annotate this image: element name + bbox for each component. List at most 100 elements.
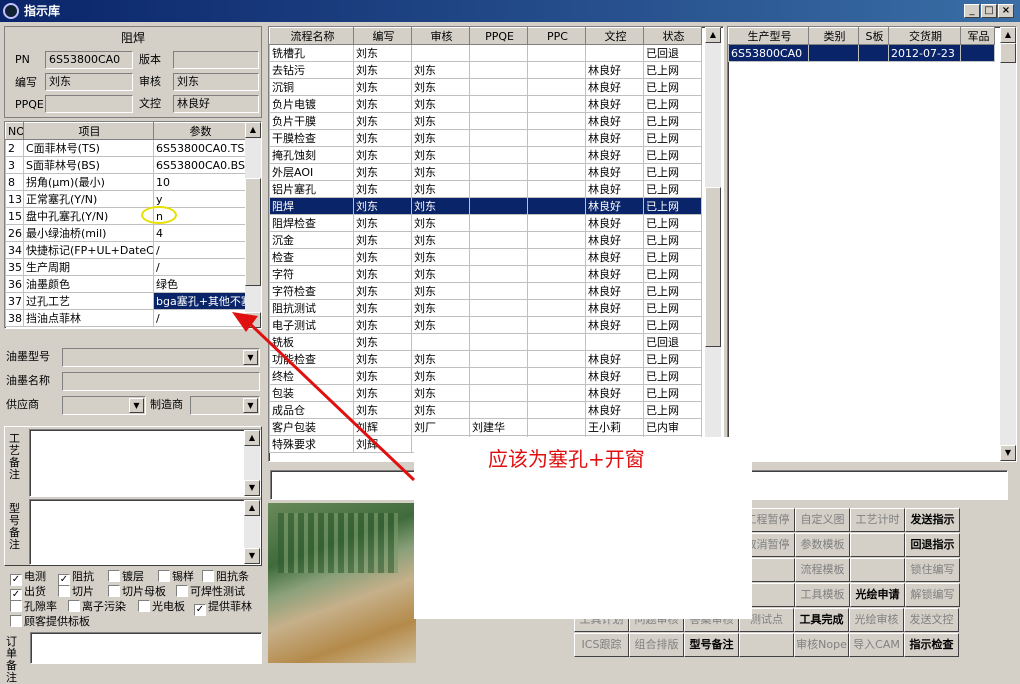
action-button[interactable]: 发送指示 bbox=[905, 508, 960, 532]
flow-cell[interactable]: 沉金 bbox=[269, 231, 354, 249]
action-button[interactable]: 工具模板 bbox=[795, 583, 850, 607]
param-item[interactable]: 正常塞孔(Y/N) bbox=[23, 190, 154, 208]
flow-row[interactable]: 字符 刘东 刘东 林良好 已上网 bbox=[269, 265, 702, 283]
flow-cell[interactable]: 已上网 bbox=[643, 367, 702, 385]
flow-cell[interactable] bbox=[585, 44, 644, 62]
param-row[interactable]: 15 盘中孔塞孔(Y/N) n bbox=[5, 207, 246, 225]
order-col-header[interactable]: S板 bbox=[858, 27, 889, 45]
flow-row[interactable]: 去钻污 刘东 刘东 林良好 已上网 bbox=[269, 61, 702, 79]
supplier-select[interactable]: ▼ bbox=[62, 396, 146, 415]
flow-cell[interactable]: 刘东 bbox=[353, 333, 412, 351]
flow-cell[interactable]: 林良好 bbox=[585, 350, 644, 368]
maximize-button[interactable]: □ bbox=[981, 4, 997, 18]
flow-cell[interactable]: 检查 bbox=[269, 248, 354, 266]
order-col-header[interactable]: 军品 bbox=[960, 27, 995, 45]
flow-cell[interactable]: 阻焊 bbox=[269, 197, 354, 215]
param-row[interactable]: 2 C面菲林号(TS) 6S53800CA0.TS bbox=[5, 139, 246, 157]
flow-cell[interactable]: 成品仓 bbox=[269, 401, 354, 419]
flow-row[interactable]: 负片干膜 刘东 刘东 林良好 已上网 bbox=[269, 112, 702, 130]
order-col-header[interactable]: 交货期 bbox=[888, 27, 961, 45]
scroll-thumb[interactable] bbox=[705, 187, 721, 347]
checkbox-box[interactable] bbox=[158, 570, 170, 582]
checkbox-box[interactable] bbox=[108, 570, 120, 582]
param-row[interactable]: 34 快捷标记(FP+UL+DateCo / bbox=[5, 241, 246, 259]
flow-cell[interactable] bbox=[527, 163, 586, 181]
flow-cell[interactable]: 刘东 bbox=[411, 367, 470, 385]
flow-cell[interactable]: 刘建华 bbox=[469, 418, 528, 436]
flow-cell[interactable] bbox=[527, 78, 586, 96]
flow-cell[interactable] bbox=[411, 333, 470, 351]
flow-cell[interactable] bbox=[527, 265, 586, 283]
flow-row[interactable]: 掩孔蚀刻 刘东 刘东 林良好 已上网 bbox=[269, 146, 702, 164]
action-button[interactable]: 解锁编写 bbox=[905, 583, 960, 607]
flow-cell[interactable]: 刘东 bbox=[353, 112, 412, 130]
flow-cell[interactable]: 林良好 bbox=[585, 95, 644, 113]
reviewer-field[interactable]: 刘东 bbox=[173, 73, 259, 91]
flow-cell[interactable] bbox=[527, 367, 586, 385]
flow-cell[interactable]: 已上网 bbox=[643, 146, 702, 164]
flow-cell[interactable]: 刘东 bbox=[411, 129, 470, 147]
flow-row[interactable]: 干膜检查 刘东 刘东 林良好 已上网 bbox=[269, 129, 702, 147]
checkbox-box[interactable] bbox=[202, 570, 214, 582]
param-item[interactable]: 盘中孔塞孔(Y/N) bbox=[23, 207, 154, 225]
flow-cell[interactable]: 刘东 bbox=[353, 282, 412, 300]
flow-cell[interactable]: 刘东 bbox=[353, 61, 412, 79]
chevron-down-icon[interactable]: ▼ bbox=[243, 398, 258, 413]
flow-cell[interactable]: 刘东 bbox=[411, 384, 470, 402]
flow-cell[interactable]: 林良好 bbox=[585, 78, 644, 96]
param-no[interactable]: 3 bbox=[5, 156, 24, 174]
flow-cell[interactable] bbox=[469, 214, 528, 232]
flow-cell[interactable] bbox=[527, 214, 586, 232]
flow-cell[interactable]: 已上网 bbox=[643, 231, 702, 249]
flow-cell[interactable] bbox=[527, 418, 586, 436]
flow-cell[interactable]: 已上网 bbox=[643, 78, 702, 96]
action-button[interactable]: 工艺计时 bbox=[850, 508, 905, 532]
flow-cell[interactable]: 已上网 bbox=[643, 265, 702, 283]
checkbox-option[interactable]: 孔隙率 bbox=[10, 600, 57, 613]
flow-cell[interactable] bbox=[469, 367, 528, 385]
order-cell[interactable] bbox=[808, 44, 859, 62]
flow-col-header[interactable]: 文控 bbox=[585, 27, 644, 45]
param-item[interactable]: 快捷标记(FP+UL+DateCo bbox=[23, 241, 154, 259]
flow-cell[interactable] bbox=[469, 112, 528, 130]
flow-cell[interactable]: 刘东 bbox=[353, 197, 412, 215]
col-no[interactable]: NO bbox=[5, 122, 24, 140]
flow-cell[interactable]: 已上网 bbox=[643, 384, 702, 402]
action-button[interactable]: 指示检查 bbox=[904, 633, 959, 657]
flow-cell[interactable]: 刘东 bbox=[411, 163, 470, 181]
flow-cell[interactable] bbox=[469, 197, 528, 215]
flow-cell[interactable]: 刘东 bbox=[411, 350, 470, 368]
flow-cell[interactable]: 已上网 bbox=[643, 248, 702, 266]
flow-cell[interactable] bbox=[469, 401, 528, 419]
flow-cell[interactable]: 刘东 bbox=[411, 401, 470, 419]
flow-cell[interactable] bbox=[411, 44, 470, 62]
param-item[interactable]: 过孔工艺 bbox=[23, 292, 154, 310]
flow-cell[interactable]: 刘东 bbox=[411, 78, 470, 96]
param-row[interactable]: 35 生产周期 / bbox=[5, 258, 246, 276]
flow-cell[interactable]: 林良好 bbox=[585, 282, 644, 300]
checkbox-option[interactable]: ✓ 提供菲林 bbox=[194, 600, 252, 616]
param-val[interactable]: 10 bbox=[153, 173, 246, 191]
param-item[interactable]: 最小绿油桥(mil) bbox=[23, 224, 154, 242]
flow-cell[interactable]: 已上网 bbox=[643, 163, 702, 181]
flow-cell[interactable] bbox=[527, 333, 586, 351]
flow-row[interactable]: 客户包装 刘辉 刘厂 刘建华 王小莉 已内审 bbox=[269, 418, 702, 436]
scroll-down-icon[interactable]: ▼ bbox=[245, 312, 261, 328]
flow-cell[interactable]: 刘东 bbox=[411, 197, 470, 215]
flow-scrollbar[interactable]: ▲ ▼ bbox=[705, 27, 721, 461]
flow-cell[interactable] bbox=[527, 299, 586, 317]
action-button[interactable]: 流程模板 bbox=[795, 558, 850, 582]
checkbox-option[interactable]: 顾客提供标板 bbox=[10, 615, 90, 628]
flow-cell[interactable] bbox=[469, 384, 528, 402]
flow-cell[interactable]: 字符 bbox=[269, 265, 354, 283]
param-item[interactable]: C面菲林号(TS) bbox=[23, 139, 154, 157]
flow-cell[interactable]: 林良好 bbox=[585, 61, 644, 79]
flow-cell[interactable]: 刘东 bbox=[411, 316, 470, 334]
flow-cell[interactable] bbox=[469, 248, 528, 266]
flow-cell[interactable] bbox=[527, 248, 586, 266]
scroll-down-icon[interactable]: ▼ bbox=[244, 480, 260, 496]
flow-cell[interactable]: 刘东 bbox=[411, 180, 470, 198]
flow-row[interactable]: 外层AOI 刘东 刘东 林良好 已上网 bbox=[269, 163, 702, 181]
order-row[interactable]: 6S53800CA0 2012-07-23 bbox=[728, 44, 995, 62]
flow-cell[interactable]: 刘东 bbox=[353, 44, 412, 62]
